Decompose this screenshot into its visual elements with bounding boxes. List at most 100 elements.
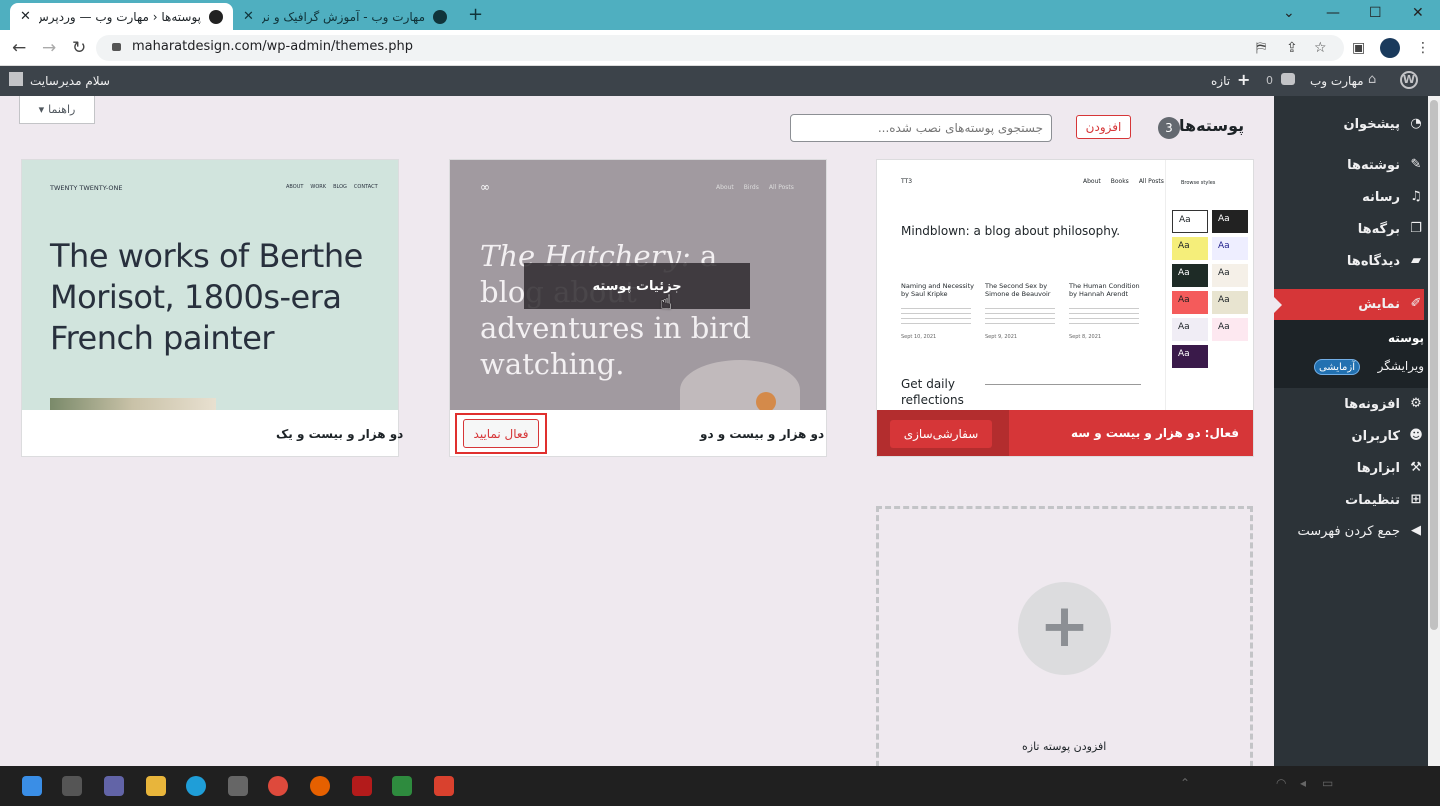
store-icon[interactable] <box>228 776 248 796</box>
camtasia-icon[interactable] <box>434 776 454 796</box>
wrench-icon: ⚒ <box>1410 460 1422 475</box>
style-swatch: Aa <box>1172 237 1208 260</box>
volume-icon[interactable]: ◂ <box>1300 776 1306 790</box>
reload-icon[interactable]: ↻ <box>72 38 86 58</box>
dashboard-icon: ◔ <box>1410 116 1422 131</box>
tt1-painting-image <box>50 398 216 410</box>
app-icon[interactable] <box>392 776 412 796</box>
pin-icon: ✎ <box>1410 157 1422 172</box>
theme-count-badge: 3 <box>1158 117 1180 139</box>
tt2-nav: About Birds All Posts <box>716 184 794 191</box>
style-swatch: Aa <box>1212 264 1248 287</box>
back-icon[interactable]: ← <box>12 38 26 58</box>
collapse-menu[interactable]: ◀ جمع کردن فهرست <box>1298 523 1424 539</box>
tab-search-icon[interactable]: ⌄ <box>1283 5 1295 21</box>
side-panel-icon[interactable]: ▣ <box>1352 40 1365 56</box>
tt3-nav: About Books All Posts <box>1083 178 1164 185</box>
menu-label: نمایش <box>1358 296 1400 312</box>
submenu-editor[interactable]: ویرایشگر <box>1378 359 1424 373</box>
menu-item-settings[interactable]: ⊞ تنظیمات <box>1345 492 1424 508</box>
activate-button[interactable]: فعال نمایید <box>463 419 539 448</box>
network-icon[interactable]: ◠ <box>1276 776 1286 790</box>
add-theme-button[interactable]: افزودن <box>1076 115 1131 139</box>
tt3-styles-title: Browse styles <box>1181 180 1216 186</box>
menu-item-users[interactable]: ☻ کاربران <box>1352 428 1424 444</box>
menu-item-tools[interactable]: ⚒ ابزارها <box>1357 460 1424 476</box>
bookmark-star-icon[interactable]: ☆ <box>1314 40 1327 56</box>
tt3-styles-divider <box>1165 160 1166 410</box>
edge-icon[interactable] <box>186 776 206 796</box>
file-explorer-icon[interactable] <box>146 776 166 796</box>
new-content-link[interactable]: تازه <box>1211 74 1230 88</box>
tt3-post-title: The Second Sex by Simone de Beauvoir <box>985 282 1051 298</box>
search-themes-input[interactable] <box>790 114 1052 142</box>
theme-name: دو هزار و بیست و دو <box>700 427 825 441</box>
tt3-nav-item: All Posts <box>1138 178 1164 185</box>
teams-icon[interactable] <box>104 776 124 796</box>
close-window-icon[interactable]: ✕ <box>1412 5 1424 21</box>
plus-icon[interactable]: + <box>1237 70 1250 89</box>
add-theme-plus-icon: + <box>1018 582 1111 675</box>
site-name-link[interactable]: مهارت وب <box>1310 74 1364 88</box>
menu-label: رسانه <box>1362 189 1400 205</box>
style-swatch: Aa <box>1212 237 1248 260</box>
profile-avatar[interactable] <box>1380 38 1400 58</box>
tt1-nav-item: WORK <box>310 184 327 190</box>
collapse-icon: ◀ <box>1411 523 1421 538</box>
active-menu-arrow <box>1274 297 1282 313</box>
share-icon[interactable]: ⇪ <box>1286 40 1298 56</box>
more-menu-icon[interactable]: ⋮ <box>1416 40 1430 56</box>
tray-chevron-icon[interactable]: ⌃ <box>1180 776 1190 790</box>
theme-details-overlay[interactable]: جزئیات پوسته <box>524 263 750 309</box>
menu-item-plugins[interactable]: ⚙ افزونه‌ها <box>1344 396 1424 412</box>
maximize-icon[interactable]: ☐ <box>1369 5 1382 21</box>
tt1-nav: ABOUT WORK BLOG CONTACT <box>286 184 378 190</box>
user-avatar[interactable] <box>9 72 23 86</box>
help-tab-button[interactable]: ▾ راهنما <box>19 96 95 124</box>
firefox-icon[interactable] <box>310 776 330 796</box>
close-tab-icon[interactable]: ✕ <box>20 9 31 24</box>
customize-button[interactable]: سفارشی‌سازی <box>890 420 992 448</box>
comment-icon: ▰ <box>1411 253 1421 268</box>
taskview-icon[interactable] <box>62 776 82 796</box>
filezilla-icon[interactable] <box>352 776 372 796</box>
new-tab-button[interactable]: + <box>468 4 483 25</box>
close-tab-icon[interactable]: ✕ <box>243 9 254 24</box>
address-bar[interactable]: maharatdesign.com/wp-admin/themes.php <box>96 35 1344 61</box>
tt2-nav-item: Birds <box>743 184 759 191</box>
page-title: پوسته‌ها <box>1179 116 1245 135</box>
theme-screenshot-tt3: TT3 About Books All Posts Mindblown: a b… <box>877 160 1253 410</box>
tt3-heading: Mindblown: a blog about philosophy. <box>901 224 1121 238</box>
menu-item-media[interactable]: ♫ رسانه <box>1362 189 1424 205</box>
menu-item-posts[interactable]: ✎ نوشته‌ها <box>1347 157 1424 173</box>
menu-item-pages[interactable]: ❐ برگه‌ها <box>1358 221 1424 237</box>
minimize-icon[interactable]: — <box>1326 5 1340 21</box>
tt2-nav-item: All Posts <box>768 184 794 191</box>
translate-icon[interactable]: ⛿ <box>1256 40 1266 56</box>
user-greeting[interactable]: سلام مدیرسایت <box>30 74 110 88</box>
tab-title: مهارت وب - آموزش گرافیک و نرم افزار <box>261 9 425 24</box>
menu-label: افزونه‌ها <box>1344 396 1400 412</box>
menu-item-dashboard[interactable]: ◔ پیشخوان <box>1344 116 1425 132</box>
theme-name: دو هزار و بیست و یک <box>276 427 404 441</box>
users-icon: ☻ <box>1409 428 1423 443</box>
favicon-icon <box>433 9 447 24</box>
browser-tab[interactable]: مهارت وب - آموزش گرافیک و نرم افزار ✕ <box>233 3 457 30</box>
menu-item-comments[interactable]: ▰ دیدگاه‌ها <box>1347 253 1424 269</box>
home-icon: ⌂ <box>1368 72 1377 87</box>
start-icon[interactable] <box>22 776 42 796</box>
menu-item-appearance[interactable]: ✐ نمایش <box>1358 296 1424 312</box>
os-taskbar <box>0 766 1440 806</box>
submenu-themes[interactable]: پوسته <box>1388 331 1424 345</box>
browser-tab-active[interactable]: پوسته‌ها ‹ مهارت وب — وردپرس ✕ <box>10 3 233 30</box>
style-swatch: Aa <box>1172 264 1208 287</box>
chrome-icon[interactable] <box>268 776 288 796</box>
menu-label: پیشخوان <box>1343 116 1401 132</box>
forward-icon[interactable]: → <box>42 38 56 58</box>
wordpress-logo-icon[interactable]: W <box>1400 71 1418 89</box>
comments-icon[interactable] <box>1281 73 1295 85</box>
scrollbar-thumb[interactable] <box>1430 100 1438 630</box>
tt1-nav-item: ABOUT <box>286 184 304 190</box>
battery-icon[interactable]: ▭ <box>1322 776 1333 790</box>
bird-breast <box>756 392 776 410</box>
